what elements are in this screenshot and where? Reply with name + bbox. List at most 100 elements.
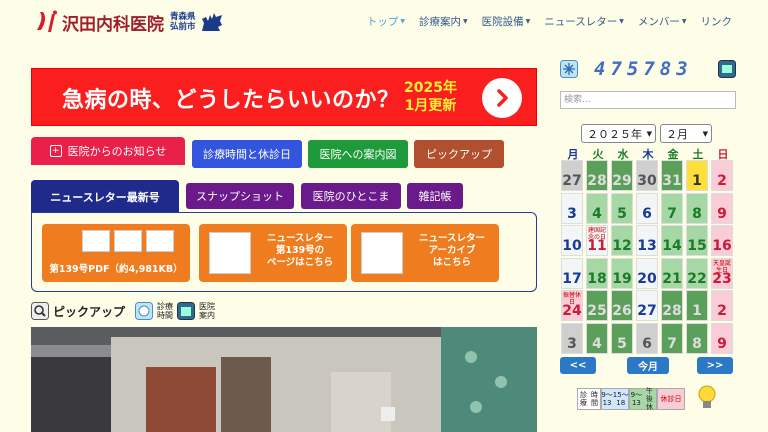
calendar-day[interactable]: 10: [561, 225, 583, 256]
nav-top[interactable]: トップ ▼: [367, 14, 405, 29]
calendar-day[interactable]: 1: [686, 160, 708, 191]
tab-latest-newsletter[interactable]: ニュースレター最新号: [31, 180, 179, 213]
calendar-day[interactable]: 建国記念の日 11: [586, 225, 608, 256]
building-icon[interactable]: [177, 302, 196, 320]
calendar-day[interactable]: 9: [711, 192, 733, 224]
newsletter-archive-card[interactable]: ニュースレター アーカイブ はこちら: [351, 224, 499, 282]
holiday-label: 建国記念の日: [587, 227, 606, 241]
calendar-day[interactable]: 3: [561, 192, 583, 224]
calendar-day[interactable]: 4: [586, 192, 608, 224]
calendar-day[interactable]: 2: [711, 290, 733, 321]
newsletter-pdf-card[interactable]: 第139号PDF（約4,981KB）: [42, 224, 190, 282]
calendar-day-number: 16: [712, 238, 732, 254]
calendar-day[interactable]: 2: [711, 160, 733, 191]
calendar-day-number: 9: [717, 205, 727, 222]
calendar-day[interactable]: 12: [611, 225, 633, 256]
calendar-day[interactable]: 振替休日 24: [561, 290, 583, 321]
calendar-day[interactable]: 21: [661, 257, 683, 289]
calendar-day-number: 14: [662, 238, 682, 254]
holiday-label: 天皇誕生日: [712, 259, 731, 274]
calendar-day[interactable]: 5: [611, 192, 633, 224]
calendar-day-number: 20: [637, 270, 657, 287]
snapshot-button[interactable]: スナップショット: [186, 183, 294, 209]
calendar-day[interactable]: 7: [661, 192, 683, 224]
calendar-day[interactable]: 19: [611, 257, 633, 289]
calendar-day[interactable]: 29: [611, 160, 633, 191]
calendar-day-number: 8: [692, 335, 702, 352]
calendar-day-number: 27: [562, 173, 582, 189]
aomori-map-icon: [201, 13, 222, 31]
calendar-day[interactable]: 17: [561, 257, 583, 289]
calendar-day-number: 6: [642, 335, 652, 352]
hours-button[interactable]: 診療時間と休診日: [192, 140, 302, 168]
plus-icon: +: [49, 145, 62, 157]
clock-icon[interactable]: [135, 302, 154, 320]
newsletter-page-card[interactable]: ニュースレター 第139号の ページはこちら: [199, 224, 347, 282]
calendar-day[interactable]: 13: [636, 225, 658, 256]
calendar-day[interactable]: 天皇誕生日 23: [711, 257, 733, 289]
calendar-day-number: 25: [587, 303, 607, 319]
calendar-day[interactable]: 27: [636, 290, 658, 321]
calendar-day[interactable]: 27: [561, 160, 583, 191]
calendar-day[interactable]: 28: [661, 290, 683, 321]
calendar-day[interactable]: 5: [611, 322, 633, 354]
calendar-day[interactable]: 7: [661, 322, 683, 354]
calendar-day-number: 13: [637, 238, 657, 254]
notes-button[interactable]: 雑記帳: [407, 183, 463, 209]
chevron-down-icon: ▼: [702, 129, 708, 138]
pickup-button[interactable]: ピックアップ: [414, 140, 504, 168]
calendar-day[interactable]: 20: [636, 257, 658, 289]
calendar-day-number: 17: [562, 270, 582, 287]
calendar-day[interactable]: 1: [686, 290, 708, 321]
calendar-day[interactable]: 6: [636, 192, 658, 224]
calendar-day[interactable]: 9: [711, 322, 733, 354]
site-header: 沢田内科医院 青森県 弘前市 トップ ▼ 診療案内 ▼ 医院設備 ▼ ニュースレター ▼…: [0, 0, 768, 46]
calendar-day[interactable]: 15: [686, 225, 708, 256]
calendar-day[interactable]: 30: [636, 160, 658, 191]
tab-clinic-news[interactable]: + 医院からのお知らせ: [31, 137, 185, 165]
search-input[interactable]: 検索...: [560, 91, 736, 109]
nav-newsletter[interactable]: ニュースレター ▼: [544, 14, 624, 29]
calendar-day[interactable]: 31: [661, 160, 683, 191]
calendar-day-number: 2: [717, 303, 727, 319]
calendar-day[interactable]: 25: [586, 290, 608, 321]
visitor-counter: 475783: [560, 58, 736, 80]
next-month-button[interactable]: >>: [697, 357, 733, 374]
year-select[interactable]: ２０２５年 ▼: [581, 124, 656, 143]
nav-members[interactable]: メンバー ▼: [638, 14, 687, 29]
calendar-day-number: 4: [592, 335, 602, 352]
calendar-day[interactable]: 6: [636, 322, 658, 354]
site-logo[interactable]: 沢田内科医院 青森県 弘前市: [34, 9, 224, 35]
calendar-day[interactable]: 18: [586, 257, 608, 289]
calendar-day[interactable]: 14: [661, 225, 683, 256]
clinic-moments-button[interactable]: 医院のひとこま: [301, 183, 401, 209]
calendar-day-number: 10: [562, 238, 582, 254]
pickup-photo[interactable]: [31, 327, 537, 432]
month-select[interactable]: ２月 ▼: [660, 124, 712, 143]
nav-links[interactable]: リンク: [701, 14, 733, 29]
holiday-label: 振替休日: [562, 292, 581, 306]
calendar-day[interactable]: 8: [686, 322, 708, 354]
calendar-day[interactable]: 3: [561, 322, 583, 354]
calendar-day[interactable]: 4: [586, 322, 608, 354]
nav-facilities[interactable]: 医院設備 ▼: [482, 14, 531, 29]
banner-title: 急病の時、どうしたらいいのか？: [62, 88, 400, 113]
nav-services[interactable]: 診療案内 ▼: [419, 14, 468, 29]
calendar-day[interactable]: 16: [711, 225, 733, 256]
calendar-day-number: 1: [692, 303, 702, 319]
current-month-button[interactable]: 今月: [627, 357, 669, 374]
emergency-banner[interactable]: 急病の時、どうしたらいいのか？ 2025年 1月更新: [31, 68, 537, 126]
calendar-day[interactable]: 26: [611, 290, 633, 321]
calendar-day-number: 21: [662, 270, 682, 287]
calendar-day-number: 3: [567, 335, 577, 352]
chevron-down-icon: ▼: [525, 18, 531, 25]
lightbulb-icon: [698, 385, 716, 408]
magnifier-icon: [31, 302, 49, 320]
calendar-day[interactable]: 22: [686, 257, 708, 289]
calendar-day[interactable]: 8: [686, 192, 708, 224]
access-map-button[interactable]: 医院への案内図: [308, 140, 408, 168]
thumbnail: [114, 230, 142, 252]
prev-month-button[interactable]: <<: [560, 357, 596, 374]
chevron-right-icon[interactable]: [482, 78, 522, 118]
calendar-day[interactable]: 28: [586, 160, 608, 191]
